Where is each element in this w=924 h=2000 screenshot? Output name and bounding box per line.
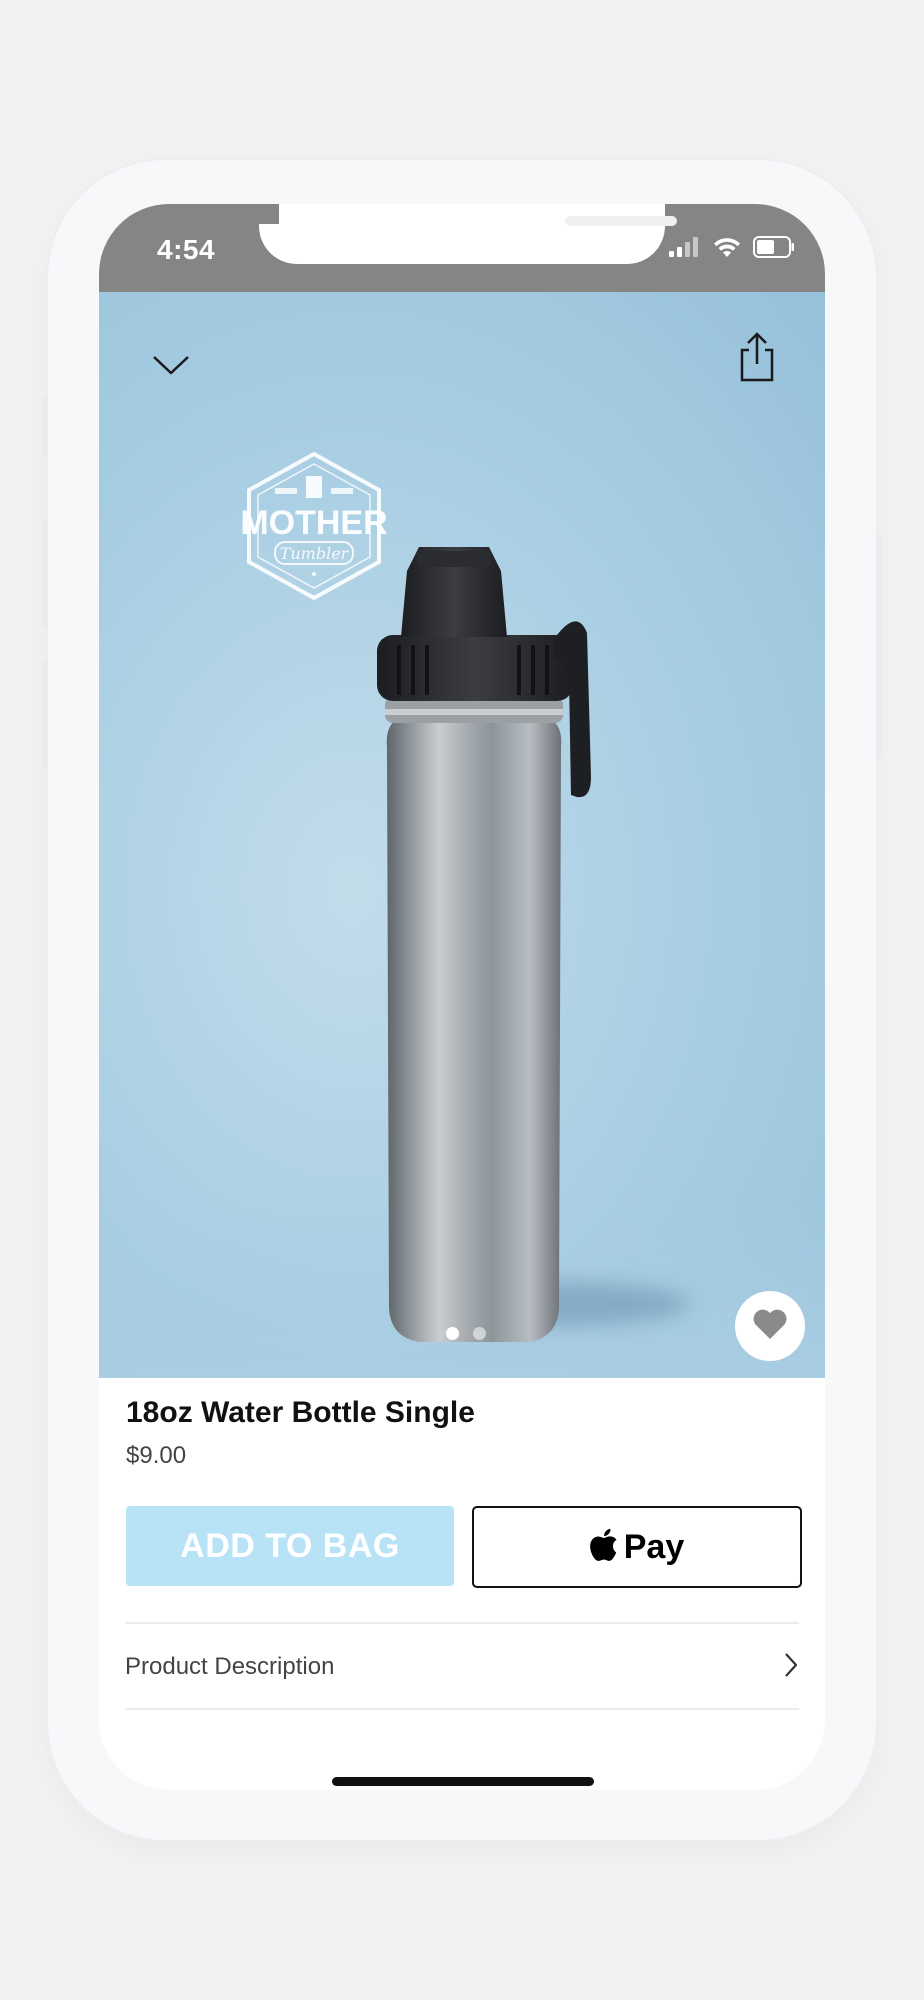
screen: 4:54 MOTHER Tumbler 18oz Water Bottle Si… (99, 204, 825, 1790)
svg-text:MOTHER: MOTHER (240, 504, 387, 542)
chevron-right-icon (783, 1651, 799, 1684)
share-icon (739, 332, 775, 386)
battery-icon (753, 236, 795, 263)
apple-icon (589, 1528, 618, 1566)
status-bar: 4:54 (99, 204, 825, 292)
wifi-icon (713, 236, 741, 263)
product-title: 18oz Water Bottle Single (126, 1396, 475, 1429)
heart-icon (752, 1308, 788, 1345)
favorite-button[interactable] (735, 1291, 805, 1361)
home-indicator[interactable] (332, 1777, 594, 1786)
product-price: $9.00 (126, 1442, 187, 1469)
carousel-dot[interactable] (473, 1327, 486, 1340)
signal-icon (669, 237, 701, 262)
share-button[interactable] (739, 332, 775, 387)
apple-pay-label: Pay (623, 1527, 685, 1566)
chevron-down-icon (151, 356, 191, 382)
divider (125, 1708, 799, 1710)
speaker-grille (565, 216, 677, 226)
product-image[interactable]: MOTHER Tumbler (99, 292, 825, 1378)
volume-down-button (42, 660, 48, 768)
carousel-dots (103, 1327, 825, 1340)
status-time: 4:54 (157, 234, 216, 265)
product-description-row[interactable]: Product Description (125, 1624, 799, 1710)
status-icons (669, 236, 795, 263)
volume-up-button (42, 520, 48, 628)
add-to-bag-button[interactable]: ADD TO BAG (126, 1506, 454, 1586)
close-button[interactable] (151, 352, 191, 383)
notch (259, 204, 677, 264)
product-description-label: Product Description (125, 1653, 335, 1680)
apple-pay-button[interactable]: Pay (472, 1506, 802, 1588)
mute-switch (42, 395, 48, 457)
power-button (876, 535, 882, 755)
carousel-dot-active[interactable] (446, 1327, 459, 1340)
water-bottle-illustration (339, 547, 619, 1352)
